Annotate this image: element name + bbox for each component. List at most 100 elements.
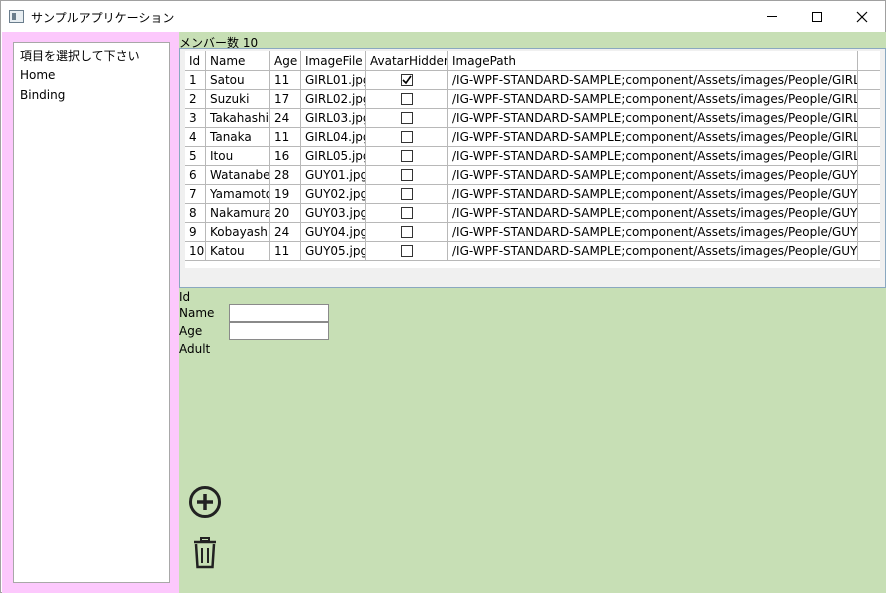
avatar-hidden-checkbox[interactable] [401,226,413,238]
column-header-name[interactable]: Name [206,51,270,71]
cell-avatarhidden[interactable] [366,185,448,204]
cell-imagepath[interactable]: /IG-WPF-STANDARD-SAMPLE;component/Assets… [448,109,858,128]
cell-name[interactable]: Nakamura [206,204,270,223]
avatar-hidden-checkbox[interactable] [401,150,413,162]
cell-avatarhidden[interactable] [366,242,448,261]
cell-avatarhidden[interactable] [366,166,448,185]
cell-age[interactable]: 24 [270,109,301,128]
column-header-avatarhidden[interactable]: AvatarHidden [366,51,448,71]
table-row[interactable]: 7 Yamamoto 19 GUY02.jpg/IG-WPF-STANDARD-SAM… [185,185,880,204]
cell-id[interactable]: 4 [185,128,206,147]
column-header-imagefile[interactable]: ImageFile [301,51,366,71]
cell-age[interactable]: 20 [270,204,301,223]
table-row[interactable]: 1 Satou 11 GIRL01.jpg/IG-WPF-STANDARD-SAMPL… [185,71,880,90]
cell-id[interactable]: 2 [185,90,206,109]
cell-id[interactable]: 9 [185,223,206,242]
cell-imagefile[interactable]: GIRL05.jpg [301,147,366,166]
avatar-hidden-checkbox[interactable] [401,207,413,219]
nav-item-home[interactable]: Home [20,68,55,82]
table-row[interactable]: 6 Watanabe 28 GUY01.jpg/IG-WPF-STANDARD-SAM… [185,166,880,185]
cell-age[interactable]: 16 [270,147,301,166]
age-input[interactable] [229,322,329,340]
avatar-hidden-checkbox[interactable] [401,131,413,143]
avatar-hidden-checkbox[interactable] [401,93,413,105]
cell-name[interactable]: Watanabe [206,166,270,185]
cell-age[interactable]: 19 [270,185,301,204]
table-row[interactable]: 9 Kobayashi 24 GUY04.jpg/IG-WPF-STANDARD-SA… [185,223,880,242]
column-header-imagepath[interactable]: ImagePath [448,51,858,71]
cell-avatarhidden[interactable] [366,109,448,128]
cell-name[interactable]: Takahashi [206,109,270,128]
cell-imagepath[interactable]: /IG-WPF-STANDARD-SAMPLE;component/Assets… [448,185,858,204]
cell-imagefile[interactable]: GIRL04.jpg [301,128,366,147]
name-input[interactable] [229,304,329,322]
cell-avatarhidden[interactable] [366,128,448,147]
table-row[interactable]: 8 Nakamura 20 GUY03.jpg/IG-WPF-STANDARD-SAM… [185,204,880,223]
cell-id[interactable]: 5 [185,147,206,166]
cell-avatarhidden[interactable] [366,204,448,223]
cell-id[interactable]: 6 [185,166,206,185]
cell-id[interactable]: 10 [185,242,206,261]
cell-imagefile[interactable]: GUY01.jpg [301,166,366,185]
minimize-button[interactable] [749,1,795,32]
cell-imagepath[interactable]: /IG-WPF-STANDARD-SAMPLE;component/Assets… [448,71,858,90]
cell-name[interactable]: Kobayashi [206,223,270,242]
cell-avatarhidden[interactable] [366,223,448,242]
cell-id[interactable]: 3 [185,109,206,128]
cell-age[interactable]: 24 [270,223,301,242]
cell-imagepath[interactable]: /IG-WPF-STANDARD-SAMPLE;component/Assets… [448,242,858,261]
cell-name[interactable]: Katou [206,242,270,261]
cell-imagefile[interactable]: GUY04.jpg [301,223,366,242]
title-bar[interactable]: サンプルアプリケーション [1,1,885,32]
table-row[interactable]: 3 Takahashi 24 GIRL03.jpg/IG-WPF-STANDARD-S… [185,109,880,128]
table-row[interactable]: 5 Itou 16 GIRL05.jpg/IG-WPF-STANDARD-SAMPLE… [185,147,880,166]
cell-imagepath[interactable]: /IG-WPF-STANDARD-SAMPLE;component/Assets… [448,223,858,242]
cell-imagefile[interactable]: GUY05.jpg [301,242,366,261]
cell-id[interactable]: 8 [185,204,206,223]
close-button[interactable] [839,1,885,32]
cell-id[interactable]: 7 [185,185,206,204]
add-button[interactable] [187,484,223,520]
cell-name[interactable]: Tanaka [206,128,270,147]
cell-name[interactable]: Satou [206,71,270,90]
delete-button[interactable] [187,535,223,571]
cell-id[interactable]: 1 [185,71,206,90]
close-icon [856,11,868,22]
cell-age[interactable]: 17 [270,90,301,109]
cell-age[interactable]: 11 [270,128,301,147]
avatar-hidden-checkbox[interactable] [401,169,413,181]
cell-name[interactable]: Suzuki [206,90,270,109]
cell-imagefile[interactable]: GIRL01.jpg [301,71,366,90]
column-header-age[interactable]: Age [270,51,301,71]
cell-avatarhidden[interactable] [366,147,448,166]
cell-age[interactable]: 11 [270,242,301,261]
cell-name[interactable]: Itou [206,147,270,166]
cell-imagepath[interactable]: /IG-WPF-STANDARD-SAMPLE;component/Assets… [448,147,858,166]
cell-imagefile[interactable]: GIRL03.jpg [301,109,366,128]
cell-imagepath[interactable]: /IG-WPF-STANDARD-SAMPLE;component/Assets… [448,90,858,109]
cell-avatarhidden[interactable] [366,90,448,109]
cell-name[interactable]: Yamamoto [206,185,270,204]
nav-item-binding[interactable]: Binding [20,88,65,102]
nav-item-placeholder[interactable]: 項目を選択して下さい [20,47,140,64]
cell-imagepath[interactable]: /IG-WPF-STANDARD-SAMPLE;component/Assets… [448,128,858,147]
column-header-id[interactable]: Id [185,51,206,71]
nav-list[interactable]: 項目を選択して下さい Home Binding [13,42,170,583]
avatar-hidden-checkbox[interactable] [401,188,413,200]
cell-age[interactable]: 11 [270,71,301,90]
cell-age[interactable]: 28 [270,166,301,185]
avatar-hidden-checkbox[interactable] [401,112,413,124]
cell-avatarhidden[interactable] [366,71,448,90]
avatar-hidden-checkbox[interactable] [401,245,413,257]
cell-imagefile[interactable]: GUY03.jpg [301,204,366,223]
member-grid[interactable]: Id Name Age ImageFile AvatarHidden Image… [179,48,886,288]
maximize-button[interactable] [794,1,840,32]
table-row[interactable]: 10 Katou 11 GUY05.jpg/IG-WPF-STANDARD-SAMPL… [185,242,880,261]
cell-imagefile[interactable]: GIRL02.jpg [301,90,366,109]
cell-imagepath[interactable]: /IG-WPF-STANDARD-SAMPLE;component/Assets… [448,204,858,223]
table-row[interactable]: 4 Tanaka 11 GIRL04.jpg/IG-WPF-STANDARD-SAMP… [185,128,880,147]
avatar-hidden-checkbox[interactable] [401,74,413,86]
table-row[interactable]: 2 Suzuki 17 GIRL02.jpg/IG-WPF-STANDARD-SAMP… [185,90,880,109]
cell-imagepath[interactable]: /IG-WPF-STANDARD-SAMPLE;component/Assets… [448,166,858,185]
cell-imagefile[interactable]: GUY02.jpg [301,185,366,204]
